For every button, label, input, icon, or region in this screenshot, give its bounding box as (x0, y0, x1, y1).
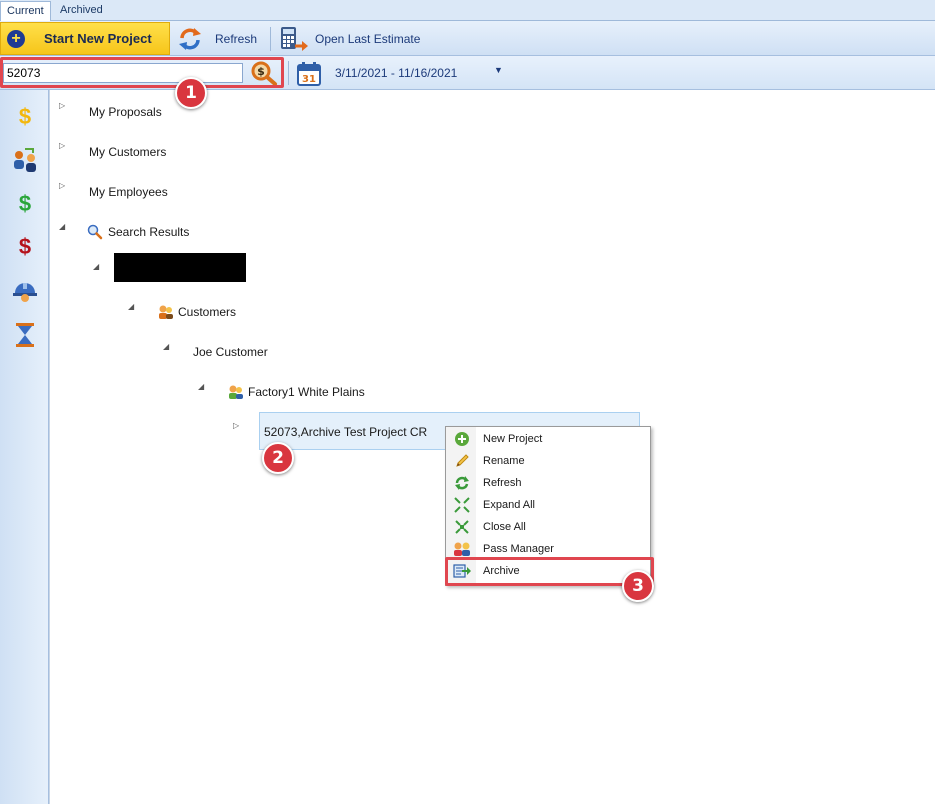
people-pair-icon (229, 385, 243, 399)
menu-item-label: New Project (483, 433, 543, 445)
menu-item-refresh[interactable]: Refresh (447, 472, 649, 494)
date-range-value[interactable]: 3/11/2021 - 11/16/2021 (335, 66, 457, 80)
factory-label: Factory1 White Plains (248, 385, 365, 399)
calculator-arrow-icon (281, 26, 308, 51)
open-last-estimate-button[interactable]: Open Last Estimate (278, 22, 420, 55)
hardhat-icon[interactable] (10, 276, 40, 306)
expand-arrow-icon[interactable]: ▷ (59, 181, 65, 190)
open-last-estimate-label: Open Last Estimate (315, 31, 421, 46)
highlight-search-box (0, 57, 284, 88)
dollar-red-icon[interactable]: $ (10, 232, 40, 262)
left-rail: $ $ $ (0, 90, 49, 804)
filter-divider (288, 61, 289, 85)
add-circle-icon (452, 430, 472, 448)
hourglass-icon[interactable] (10, 320, 40, 350)
dollar-gold-icon[interactable]: $ (10, 102, 40, 132)
menu-item-expand-all[interactable]: Expand All (447, 494, 649, 516)
collapse-arrow-icon[interactable]: ◢ (128, 302, 134, 311)
collapse-arrow-icon[interactable]: ◢ (198, 382, 204, 391)
refresh-label: Refresh (215, 31, 258, 46)
chevron-down-icon[interactable]: ▼ (494, 65, 503, 75)
calendar-icon[interactable]: 31 (296, 61, 322, 87)
collapse-arrow-icon[interactable]: ◢ (93, 262, 99, 271)
customers-group-icon (159, 305, 173, 319)
redacted-node (114, 253, 246, 282)
collapse-arrow-icon[interactable]: ◢ (59, 222, 65, 231)
search-results-label: Search Results (108, 225, 190, 239)
tree-node-my-customers[interactable]: My Customers (89, 142, 166, 162)
expand-arrow-icon[interactable]: ▷ (59, 141, 65, 150)
menu-item-close-all[interactable]: Close All (447, 516, 649, 538)
people-exchange-icon[interactable] (10, 145, 40, 175)
dollar-green-icon[interactable]: $ (10, 189, 40, 219)
menu-item-rename[interactable]: Rename (447, 450, 649, 472)
expand-arrow-icon[interactable]: ▷ (59, 101, 65, 110)
menu-item-label: Expand All (483, 499, 535, 511)
magnifier-icon (87, 224, 103, 240)
main-toolbar: + Start New Project Refresh Open Last Es… (0, 21, 935, 56)
calendar-day: 31 (302, 74, 316, 85)
tab-strip: Current Archived (0, 0, 935, 21)
start-new-project-label: Start New Project (44, 31, 152, 46)
tree-node-project-label: 52073,Archive Test Project CR (264, 425, 428, 439)
expand-all-icon (452, 496, 472, 514)
tree-node-my-employees[interactable]: My Employees (89, 182, 168, 202)
menu-item-label: Close All (483, 521, 526, 533)
menu-item-label: Pass Manager (483, 543, 554, 555)
expand-arrow-icon[interactable]: ▷ (233, 421, 239, 430)
tab-current[interactable]: Current (0, 1, 51, 21)
tree-node-my-proposals[interactable]: My Proposals (89, 102, 162, 122)
refresh-green-icon (452, 474, 472, 492)
toolbar-divider (270, 27, 271, 51)
tree-node-factory[interactable]: Factory1 White Plains (227, 382, 365, 402)
refresh-button[interactable]: Refresh (176, 22, 257, 55)
pencil-icon (452, 452, 472, 470)
collapse-arrow-icon[interactable]: ◢ (163, 342, 169, 351)
menu-item-label: Rename (483, 455, 525, 467)
pass-manager-icon (452, 540, 472, 558)
collapse-all-icon (452, 518, 472, 536)
plus-circle-icon: + (7, 29, 25, 48)
tab-archived[interactable]: Archived (54, 1, 109, 21)
menu-item-label: Refresh (483, 477, 522, 489)
step-badge-2: 2 (262, 442, 294, 474)
tree-node-search-results[interactable]: Search Results (87, 222, 189, 242)
tree-node-customers[interactable]: Customers (157, 302, 236, 322)
start-new-project-button[interactable]: + Start New Project (0, 22, 170, 55)
step-badge-3: 3 (622, 570, 654, 602)
step-badge-1: 1 (175, 77, 207, 109)
menu-item-new-project[interactable]: New Project (447, 428, 649, 450)
customers-label: Customers (178, 305, 237, 319)
refresh-icon (179, 27, 201, 50)
tree-node-joe-customer[interactable]: Joe Customer (193, 342, 268, 362)
